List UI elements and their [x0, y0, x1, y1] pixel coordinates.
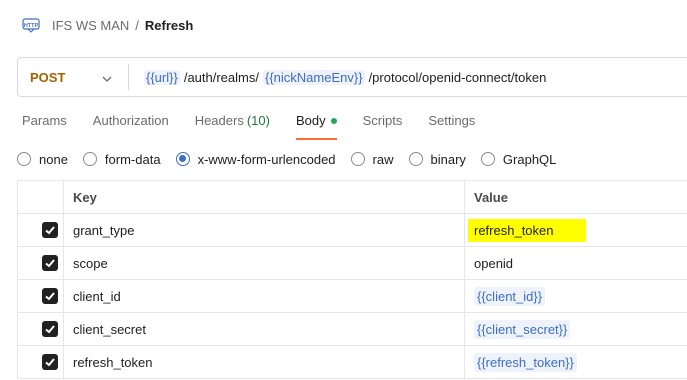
radio-none[interactable]: none: [17, 152, 68, 167]
value-variable: {{client_secret}}: [474, 319, 571, 339]
value-cell[interactable]: {{client_id}}: [464, 279, 687, 313]
http-icon: HTTP: [22, 16, 40, 34]
radio-label: none: [39, 151, 68, 167]
tab-label: Scripts: [362, 113, 403, 128]
radio-label: x-www-form-urlencoded: [197, 151, 336, 167]
radio-label: GraphQL: [502, 151, 557, 167]
tab-headers[interactable]: Headers (10): [195, 113, 270, 139]
tab-label: Settings: [428, 113, 476, 128]
radio-label: binary: [430, 151, 466, 167]
table-row: grant_type refresh_token: [17, 213, 687, 247]
breadcrumb: HTTP IFS WS MAN / Refresh: [22, 14, 193, 36]
radio-circle-selected[interactable]: [175, 152, 190, 166]
radio-binary[interactable]: binary: [408, 151, 466, 167]
value-variable: {{refresh_token}}: [474, 352, 577, 372]
radio-urlencoded[interactable]: x-www-form-urlencoded: [175, 151, 336, 167]
tab-label: Authorization: [92, 113, 169, 128]
table-row: scope openid: [17, 246, 687, 280]
value-cell[interactable]: refresh_token: [464, 213, 687, 247]
body-params-table: Key Value grant_type refresh_token scope…: [17, 180, 687, 379]
svg-text:HTTP: HTTP: [24, 23, 39, 29]
tab-label: Headers: [194, 113, 244, 128]
value-variable: {{client_id}}: [474, 286, 546, 306]
row-checkbox[interactable]: [42, 288, 58, 304]
value-cell[interactable]: {{refresh_token}}: [464, 345, 687, 379]
radio-circle[interactable]: [17, 152, 31, 166]
tab-label: Params: [22, 113, 67, 128]
value-cell[interactable]: openid: [464, 246, 687, 280]
tab-scripts[interactable]: Scripts: [363, 113, 403, 139]
url-path-segment: /protocol/openid-connect/token: [368, 69, 547, 85]
breadcrumb-request-name[interactable]: Refresh: [145, 18, 193, 33]
tab-params[interactable]: Params: [22, 113, 67, 139]
table-row: refresh_token {{refresh_token}}: [17, 345, 687, 379]
radio-raw[interactable]: raw: [350, 151, 394, 167]
body-type-options: none form-data x-www-form-urlencoded raw…: [17, 150, 571, 168]
radio-circle[interactable]: [480, 152, 495, 166]
radio-circle[interactable]: [350, 152, 365, 166]
row-checkbox[interactable]: [42, 255, 58, 271]
key-column-header: Key: [63, 180, 465, 214]
radio-graphql[interactable]: GraphQL: [480, 151, 557, 167]
value-cell[interactable]: {{client_secret}}: [464, 312, 687, 346]
url-variable[interactable]: {{url}}: [144, 69, 180, 85]
breadcrumb-collection[interactable]: IFS WS MAN: [52, 18, 129, 33]
headers-count: (10): [246, 113, 270, 128]
key-cell[interactable]: client_id: [63, 279, 465, 313]
method-label: POST: [30, 69, 66, 85]
header-checkbox-cell: [17, 180, 64, 214]
breadcrumb-separator: /: [135, 17, 139, 33]
tab-body[interactable]: Body: [295, 113, 337, 140]
key-cell[interactable]: client_secret: [63, 312, 465, 346]
radio-form-data[interactable]: form-data: [82, 151, 161, 167]
method-select[interactable]: POST: [18, 58, 128, 96]
table-header-row: Key Value: [17, 180, 687, 214]
highlighted-value: refresh_token: [468, 218, 586, 242]
url-variable[interactable]: {{nickNameEnv}}: [262, 69, 365, 85]
row-checkbox[interactable]: [42, 354, 58, 370]
tab-authorization[interactable]: Authorization: [93, 113, 169, 139]
table-row: client_id {{client_id}}: [17, 279, 687, 313]
radio-label: form-data: [104, 151, 161, 167]
radio-circle[interactable]: [82, 152, 97, 166]
chevron-down-icon: [102, 72, 112, 82]
tab-label: Body: [295, 113, 326, 128]
key-cell[interactable]: refresh_token: [63, 345, 465, 379]
url-bar: POST {{url}} /auth/realms/ {{nickNameEnv…: [17, 57, 687, 97]
body-indicator-dot: [330, 118, 337, 124]
radio-label: raw: [372, 151, 394, 167]
url-input[interactable]: {{url}} /auth/realms/ {{nickNameEnv}} /p…: [129, 69, 550, 85]
key-cell[interactable]: grant_type: [63, 213, 465, 247]
value-column-header: Value: [464, 180, 687, 214]
request-tabs: Params Authorization Headers (10) Body S…: [22, 113, 501, 141]
row-checkbox[interactable]: [42, 222, 58, 238]
table-row: client_secret {{client_secret}}: [17, 312, 687, 346]
url-path-segment: /auth/realms/: [183, 69, 259, 85]
tab-settings[interactable]: Settings: [428, 113, 475, 139]
key-cell[interactable]: scope: [63, 246, 465, 280]
row-checkbox[interactable]: [42, 321, 58, 337]
radio-circle[interactable]: [408, 152, 423, 166]
